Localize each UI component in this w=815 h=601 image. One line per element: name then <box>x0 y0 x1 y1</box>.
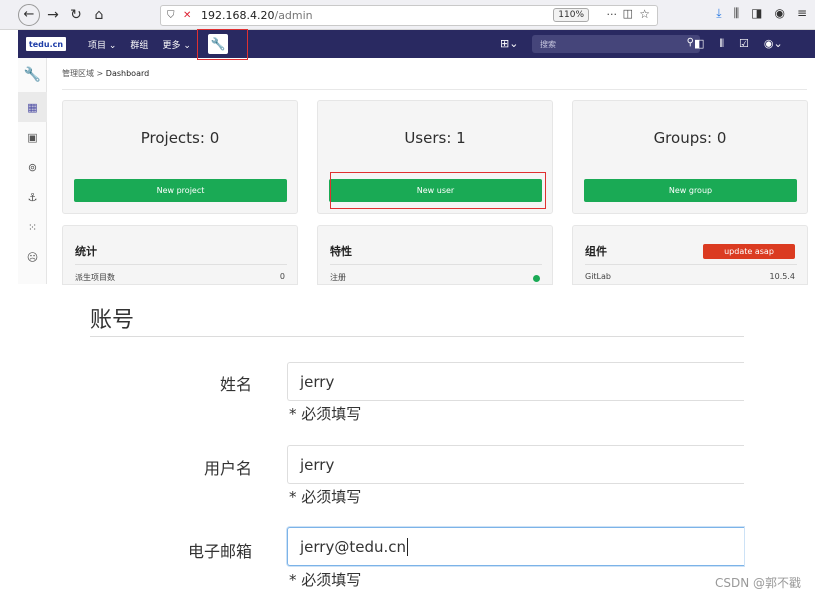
breadcrumb-current[interactable]: Dashboard <box>106 69 149 78</box>
gitlab-navbar: tedu.cn 项目 ⌄ 群组 更多 ⌄ 🔧 ⊞⌄ 搜索 ⚲ ◧ ⫴ ☑ ◉⌄ <box>18 30 815 58</box>
signup-status-dot <box>533 275 540 282</box>
username-label: 用户名 <box>203 459 252 478</box>
address-host: 192.168.4.20 <box>201 9 275 22</box>
features-card: 特性 注册 <box>317 225 553 285</box>
account-icon[interactable]: ◉ <box>774 6 784 21</box>
watermark: CSDN @郭不戳 <box>714 576 801 590</box>
address-path: /admin <box>274 9 313 22</box>
username-value: jerry <box>300 455 335 474</box>
username-field[interactable]: jerry <box>287 445 744 484</box>
nav-more[interactable]: 更多 ⌄ <box>162 38 190 51</box>
new-project-button[interactable]: New project <box>74 179 287 202</box>
text-caret <box>407 537 409 556</box>
forks-label: 派生项目数 <box>75 273 115 282</box>
search-placeholder: 搜索 <box>540 39 556 49</box>
groups-count: Groups: 0 <box>653 129 727 147</box>
admin-highlight-box <box>197 29 248 60</box>
projects-count: Projects: 0 <box>140 129 220 147</box>
name-field[interactable]: jerry <box>287 362 744 401</box>
apps-grid-icon[interactable]: ⁙ <box>18 212 47 242</box>
bookmark-star-icon[interactable]: ☆ <box>639 7 650 21</box>
email-value: jerry@tedu.cn <box>300 537 407 556</box>
breadcrumb: 管理区域 > Dashboard <box>62 69 150 78</box>
user-avatar-menu[interactable]: ◉⌄ <box>764 37 783 51</box>
statistics-heading: 统计 <box>75 245 97 258</box>
new-user-highlight-box <box>330 172 546 209</box>
hamburger-menu-icon[interactable]: ≡ <box>797 6 807 21</box>
todos-icon[interactable]: ☑ <box>739 37 749 51</box>
admin-wrench-icon[interactable]: 🔧 <box>18 58 47 92</box>
search-input[interactable]: 搜索 ⚲ <box>532 35 700 53</box>
nav-more-label: 更多 <box>162 40 181 51</box>
new-group-button[interactable]: New group <box>584 179 797 202</box>
search-icon: ⚲ <box>686 37 694 48</box>
section-divider <box>90 336 744 337</box>
name-value: jerry <box>300 372 335 391</box>
issues-icon[interactable]: ◧ <box>694 37 704 51</box>
name-label: 姓名 <box>219 375 252 394</box>
library-icon[interactable]: ⫼ <box>734 6 740 21</box>
components-heading: 组件 <box>585 245 607 258</box>
breadcrumb-parent[interactable]: 管理区域 <box>62 69 94 78</box>
email-required-hint: * 必须填写 <box>289 571 362 589</box>
overview-grid-icon[interactable]: ▦ <box>18 92 47 122</box>
monitoring-icon[interactable]: ▣ <box>18 122 47 152</box>
page-actions-menu[interactable]: ··· <box>607 8 618 21</box>
name-required-hint: * 必须填写 <box>289 405 362 423</box>
features-heading: 特性 <box>330 245 352 258</box>
card-divider <box>585 264 797 265</box>
update-asap-badge[interactable]: update asap <box>703 244 795 259</box>
statistics-card: 统计 派生项目数 0 <box>62 225 298 285</box>
pocket-icon[interactable]: ◫ <box>623 7 633 20</box>
merge-requests-icon[interactable]: ⫴ <box>719 37 724 51</box>
card-divider <box>75 264 287 265</box>
username-required-hint: * 必须填写 <box>289 488 362 506</box>
components-card: 组件 update asap GitLab 10.5.4 <box>572 225 808 285</box>
shield-icon: ⛉ <box>167 10 175 21</box>
zoom-level[interactable]: 110% <box>553 8 589 22</box>
signup-label: 注册 <box>330 273 346 282</box>
users-count: Users: 1 <box>404 129 466 147</box>
hooks-anchor-icon[interactable]: ⚓ <box>18 182 47 212</box>
forks-value: 0 <box>279 272 285 281</box>
gitlab-version: 10.5.4 <box>769 272 795 281</box>
card-divider <box>330 264 542 265</box>
sidebar-toggle-icon[interactable]: ◨ <box>751 6 762 21</box>
admin-sidebar: 🔧 ▦ ▣ ⊚ ⚓ ⁙ ☹ <box>18 58 47 284</box>
breadcrumb-divider <box>62 89 807 90</box>
email-label: 电子邮箱 <box>187 542 252 561</box>
abuse-reports-icon[interactable]: ☹ <box>18 242 47 272</box>
reload-icon[interactable]: ↻ <box>66 5 86 25</box>
account-section-title: 账号 <box>90 308 135 333</box>
browser-toolbar: ← → ↻ ⌂ ⛉ ✕ 192.168.4.20/admin 110% ··· … <box>0 0 815 30</box>
brand-logo[interactable]: tedu.cn <box>26 37 66 51</box>
home-icon[interactable]: ⌂ <box>89 5 109 25</box>
forward-icon[interactable]: → <box>43 5 63 25</box>
nav-projects[interactable]: 项目 ⌄ <box>88 38 116 51</box>
address-bar[interactable]: ⛉ ✕ 192.168.4.20/admin 110% ··· ◫ ☆ <box>160 5 658 26</box>
email-field[interactable]: jerry@tedu.cn <box>287 527 744 566</box>
projects-card: Projects: 0 New project <box>62 100 298 214</box>
back-icon[interactable]: ← <box>18 3 40 26</box>
groups-card: Groups: 0 New group <box>572 100 808 214</box>
gitlab-label: GitLab <box>585 272 611 281</box>
nav-projects-label: 项目 <box>88 40 107 51</box>
broadcast-icon[interactable]: ⊚ <box>18 152 47 182</box>
download-icon[interactable]: ⤓ <box>716 6 721 21</box>
nav-groups[interactable]: 群组 <box>130 38 148 51</box>
new-item-plus-icon[interactable]: ⊞⌄ <box>500 37 518 50</box>
insecure-lock-icon: ✕ <box>183 10 192 21</box>
